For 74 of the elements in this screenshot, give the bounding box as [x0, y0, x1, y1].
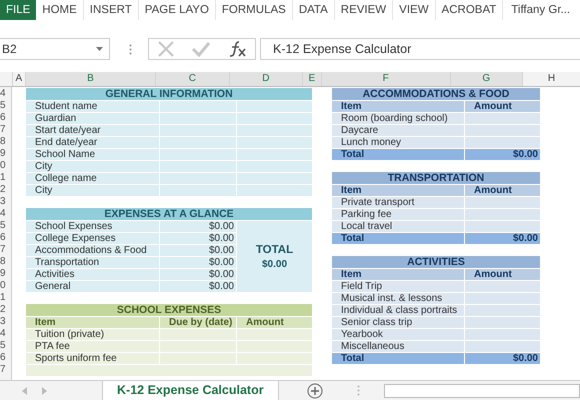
checkmark-icon[interactable] — [191, 40, 211, 58]
add-sheet-icon[interactable] — [306, 382, 323, 398]
file-tab[interactable]: FILE — [0, 0, 36, 20]
row-number[interactable]: 0 — [0, 160, 11, 172]
caret-icon — [96, 47, 103, 51]
column-header[interactable]: F — [320, 72, 450, 86]
column-header[interactable]: G — [450, 72, 522, 86]
section-header: TRANSPORTATION — [332, 172, 540, 184]
column-heading: Amount — [245, 317, 285, 328]
function-icon[interactable] — [227, 40, 247, 58]
ribbon-tab[interactable]: FORMULAS — [216, 0, 293, 20]
ribbon-tab[interactable]: INSERT — [84, 0, 139, 20]
column-header[interactable]: B — [25, 72, 155, 86]
total-label: Total — [332, 353, 465, 364]
sheet-tab[interactable]: K-12 Expense Calculator — [102, 380, 279, 400]
column-header[interactable]: E — [302, 72, 321, 86]
drag-handle-icon[interactable] — [129, 44, 132, 54]
total-amount: $0.00 — [512, 149, 539, 160]
total-label: Total — [332, 149, 465, 160]
total-amount: $0.00 — [512, 353, 539, 364]
ribbon-tab[interactable]: ACROBAT — [436, 0, 504, 20]
column-heading: Amount — [473, 185, 513, 196]
row-number[interactable]: 0 — [0, 280, 11, 292]
row-number[interactable]: 4 — [0, 208, 11, 220]
row-number[interactable]: 9 — [0, 268, 11, 280]
cancel-icon[interactable] — [157, 40, 175, 58]
scroll-left-icon[interactable] — [22, 386, 28, 394]
ribbon-tab[interactable]: DATA — [292, 0, 335, 20]
field-label: City — [26, 185, 160, 196]
row-number[interactable]: 5 — [0, 220, 11, 232]
user-account-menu[interactable]: Tiffany Gr... — [511, 4, 580, 16]
ribbon-tab[interactable]: VIEW — [393, 0, 436, 20]
total-label: TOTAL — [256, 244, 294, 256]
column-header[interactable]: H — [522, 72, 580, 86]
section-header: ACCOMMODATIONS & FOOD — [332, 88, 540, 100]
row-number[interactable]: 3 — [0, 196, 11, 208]
horizontal-scrollbar[interactable] — [384, 384, 580, 398]
total-value: $0.00 — [262, 258, 288, 270]
row-number[interactable]: 2 — [0, 304, 11, 316]
row-number[interactable]: 5 — [0, 340, 11, 352]
scroll-right-icon[interactable] — [42, 386, 48, 394]
expense-label: General — [26, 281, 160, 292]
row-number[interactable]: 7 — [0, 364, 11, 376]
column-heading: Amount — [473, 269, 513, 280]
row-number[interactable]: 8 — [0, 256, 11, 268]
ribbon-tab[interactable]: REVIEW — [334, 0, 394, 20]
row-number[interactable]: 9 — [0, 148, 11, 160]
formula-field[interactable]: K-12 Expense Calculator — [260, 38, 580, 60]
ribbon-tab[interactable]: HOME — [36, 0, 84, 20]
row-number[interactable]: 1 — [0, 172, 11, 184]
section-header: ACTIVITIES — [332, 256, 540, 268]
row-number[interactable]: 2 — [0, 184, 11, 196]
drag-handle-icon[interactable] — [356, 385, 360, 396]
section-header: EXPENSES AT A GLANCE — [26, 208, 312, 220]
row-number[interactable]: 6 — [0, 232, 11, 244]
row-number[interactable]: 7 — [0, 244, 11, 256]
name-box[interactable]: B2 — [0, 38, 110, 60]
row-number[interactable]: 4 — [0, 88, 11, 100]
total-label: Total — [332, 233, 465, 244]
row-number[interactable]: 3 — [0, 316, 11, 328]
column-heading: Amount — [473, 101, 513, 112]
row-number[interactable]: 6 — [0, 112, 11, 124]
row-number[interactable]: 4 — [0, 328, 11, 340]
row-number[interactable]: 5 — [0, 100, 11, 112]
section-header: SCHOOL EXPENSES — [26, 304, 312, 316]
row-number[interactable]: 1 — [0, 292, 11, 304]
row-number[interactable]: 7 — [0, 124, 11, 136]
total-amount: $0.00 — [512, 233, 539, 244]
row-number[interactable]: 8 — [0, 136, 11, 148]
row-number[interactable]: 6 — [0, 352, 11, 364]
section-header: GENERAL INFORMATION — [26, 88, 312, 100]
ribbon-tab[interactable]: PAGE LAYO — [138, 0, 216, 20]
column-header[interactable]: D — [229, 72, 302, 86]
column-header[interactable]: C — [154, 72, 230, 86]
